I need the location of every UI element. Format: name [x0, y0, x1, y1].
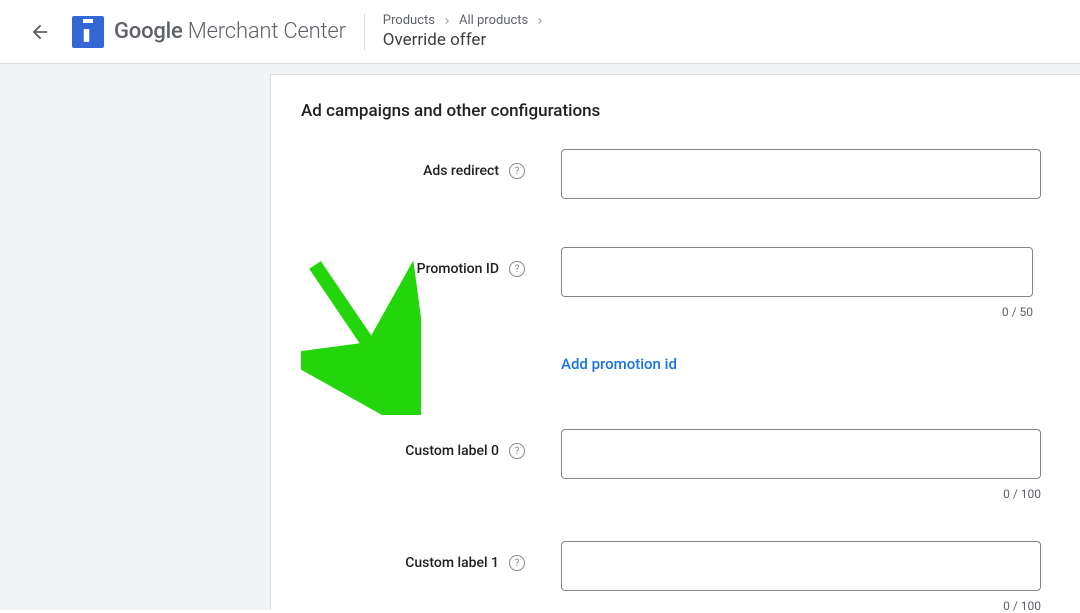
promotion-id-counter: 0 / 50	[561, 305, 1033, 319]
field-ads-redirect: Ads redirect ?	[301, 149, 1050, 199]
add-promotion-id-link[interactable]: Add promotion id	[561, 355, 1033, 373]
custom-label-0-counter: 0 / 100	[561, 487, 1041, 501]
page-title: Override offer	[383, 30, 548, 50]
chevron-right-icon	[441, 15, 453, 27]
help-icon[interactable]: ?	[509, 443, 525, 459]
breadcrumb-block: Products All products Override offer	[383, 13, 548, 50]
chevron-right-icon	[534, 15, 546, 27]
custom-label-0-label: Custom label 0	[405, 443, 499, 459]
custom-label-1-input[interactable]	[561, 541, 1041, 591]
ads-redirect-label: Ads redirect	[423, 163, 499, 179]
arrow-left-icon	[29, 21, 51, 43]
breadcrumb-products[interactable]: Products	[383, 13, 435, 28]
breadcrumb: Products All products	[383, 13, 548, 28]
help-icon[interactable]: ?	[509, 555, 525, 571]
divider	[364, 14, 365, 50]
left-sidebar	[0, 64, 270, 610]
main-panel: Ad campaigns and other configurations Ad…	[270, 74, 1080, 610]
field-custom-label-0: Custom label 0 ? 0 / 100	[301, 429, 1050, 501]
promotion-id-input[interactable]	[561, 247, 1033, 297]
custom-label-1-label: Custom label 1	[405, 555, 499, 571]
breadcrumb-all-products[interactable]: All products	[459, 13, 528, 28]
promotion-id-label: Promotion ID	[417, 261, 499, 277]
content-container: Ad campaigns and other configurations Ad…	[0, 64, 1080, 610]
help-icon[interactable]: ?	[509, 261, 525, 277]
section-title: Ad campaigns and other configurations	[301, 101, 1050, 121]
back-button[interactable]	[20, 12, 60, 52]
brand-title: Google Merchant Center	[114, 19, 346, 44]
field-promotion-id: Promotion ID ? 0 / 50 Add promotion id	[301, 247, 1050, 373]
ads-redirect-input[interactable]	[561, 149, 1041, 199]
help-icon[interactable]: ?	[509, 163, 525, 179]
merchant-center-logo-icon	[72, 16, 104, 48]
field-custom-label-1: Custom label 1 ? 0 / 100	[301, 541, 1050, 613]
custom-label-0-input[interactable]	[561, 429, 1041, 479]
custom-label-1-counter: 0 / 100	[561, 599, 1041, 613]
app-header: Google Merchant Center Products All prod…	[0, 0, 1080, 64]
